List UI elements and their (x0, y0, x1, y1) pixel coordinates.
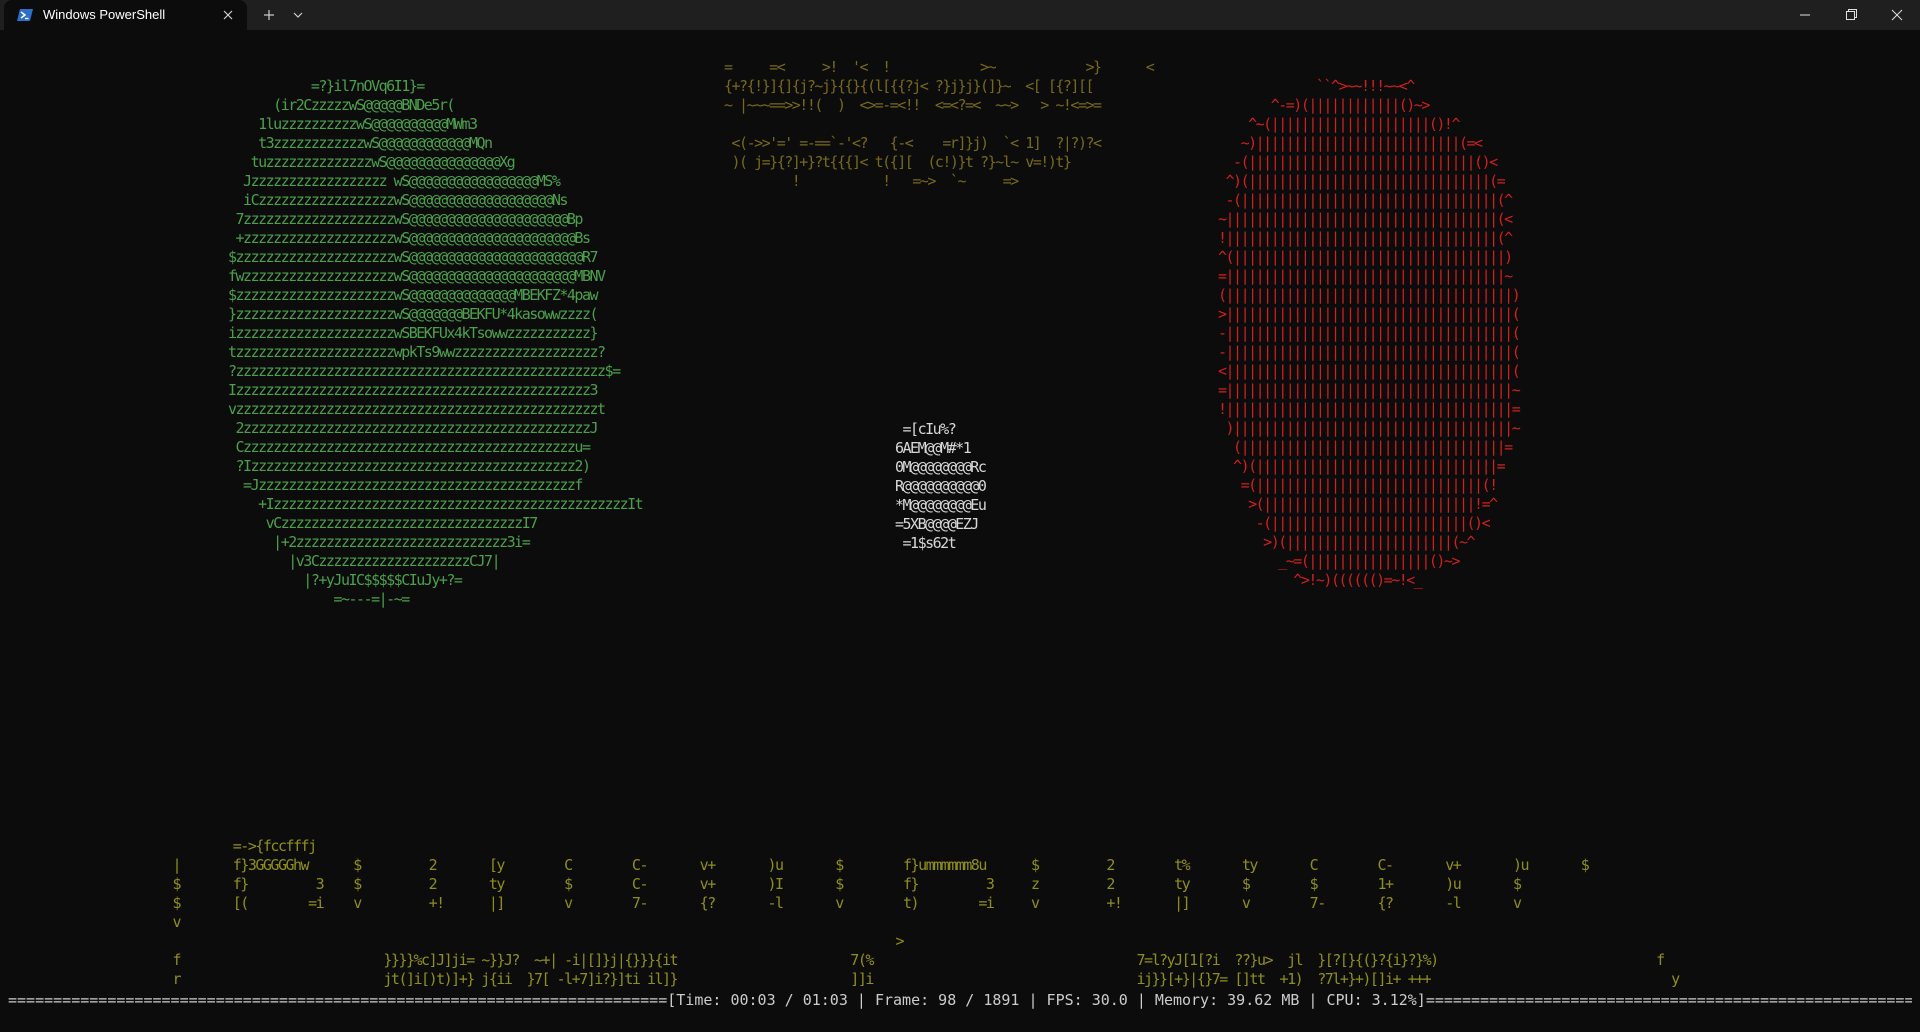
plus-icon[interactable] (258, 6, 280, 24)
ascii-art-bottom-bars: =->{fccfffj | f}3GGGGGhw $ 2 [y C C- v+ … (172, 837, 1681, 988)
restore-icon[interactable] (1828, 0, 1874, 30)
tab-windows-powershell[interactable]: Windows PowerShell (4, 0, 247, 30)
ascii-art-center-ball: =[cIu%? 6AEM@@M#*1 0M@@@@@@@@Rc R@@@@@@@… (895, 420, 987, 552)
ascii-art-green-circle: =?}il7nOVq6I1}= (ir2CzzzzzwS@@@@@BNDe5r(… (228, 77, 644, 608)
ascii-art-red-circle: ``^>~~!!!~~<^ ^-=)(||||||||||||()~> ^~(|… (1218, 77, 1521, 589)
playback-status-line: ========================================… (8, 991, 1912, 1009)
ascii-art-bracket-noise: = =< >! '< ! >~ >} < {+?{!}]{]{j?~j}{{}{… (724, 58, 1155, 190)
title-bar: Windows PowerShell (0, 0, 1920, 30)
tab-title: Windows PowerShell (43, 7, 166, 22)
powershell-icon (17, 9, 33, 21)
close-icon[interactable] (1874, 0, 1920, 30)
close-icon[interactable] (220, 7, 236, 23)
minimize-icon[interactable] (1782, 0, 1828, 30)
chevron-down-icon[interactable] (287, 6, 309, 24)
